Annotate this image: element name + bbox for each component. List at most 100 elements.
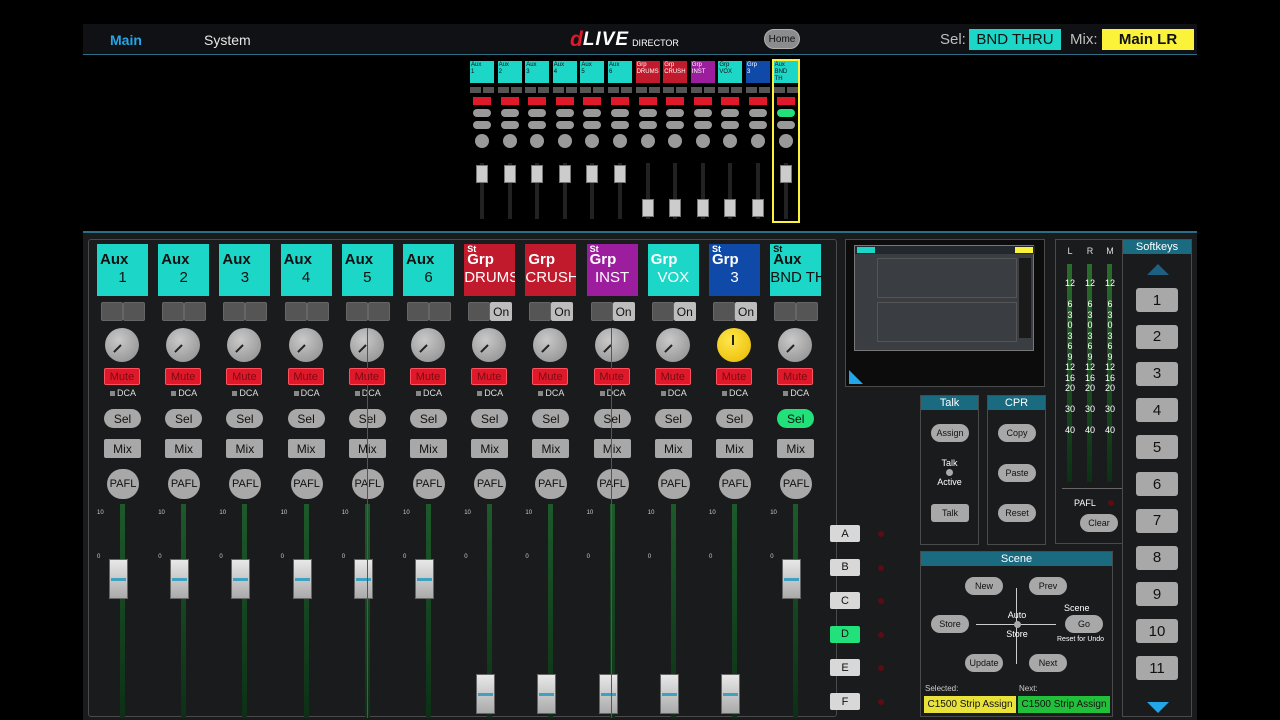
overview-strip[interactable]: Grp INST: [690, 61, 715, 221]
overview-strip[interactable]: Grp DRUMS: [635, 61, 660, 221]
strip-on-button[interactable]: On: [673, 302, 696, 321]
pafl-button[interactable]: PAFL: [474, 469, 507, 499]
softkey-11[interactable]: 11: [1136, 656, 1178, 680]
strip-on-button[interactable]: On: [612, 302, 635, 321]
strip-btn-2[interactable]: [367, 302, 390, 321]
softkeys-up-arrow-icon[interactable]: [1147, 264, 1169, 275]
overview-strip[interactable]: Grp CRUSH: [663, 61, 688, 221]
overview-strip[interactable]: Aux BND TH: [771, 59, 800, 223]
strip-rotary-knob[interactable]: [105, 328, 139, 362]
strip-header[interactable]: Grp VOX: [647, 244, 699, 296]
paste-button[interactable]: Paste: [998, 464, 1036, 482]
mix-button[interactable]: Mix: [654, 439, 692, 458]
mix-button[interactable]: Mix: [777, 439, 815, 458]
mix-button[interactable]: Mix: [532, 439, 570, 458]
sel-button[interactable]: Sel: [410, 409, 447, 428]
strip-header[interactable]: Aux 1: [97, 244, 148, 296]
reset-button[interactable]: Reset: [998, 504, 1036, 522]
strip-btn-2[interactable]: [796, 302, 819, 321]
overview-strip-header[interactable]: Grp INST: [690, 61, 715, 83]
next-scene-value[interactable]: C1500 Strip Assign: [1018, 696, 1110, 713]
softkeys-down-arrow-icon[interactable]: [1147, 702, 1169, 713]
overview-strip[interactable]: Aux 1: [470, 61, 494, 221]
auto-store-led[interactable]: [1013, 621, 1021, 628]
fader-cap[interactable]: [170, 559, 190, 599]
pafl-button[interactable]: PAFL: [535, 469, 568, 499]
strip-btn-1[interactable]: [407, 302, 429, 321]
strip-btn-1[interactable]: [223, 302, 246, 321]
strip-btn-1[interactable]: [774, 302, 797, 321]
strip-btn-1[interactable]: [284, 302, 307, 321]
pafl-button[interactable]: PAFL: [168, 469, 201, 499]
mix-button[interactable]: Mix: [104, 439, 141, 458]
softkey-2[interactable]: 2: [1136, 324, 1178, 349]
strip-rotary-knob[interactable]: [717, 328, 751, 362]
strip-rotary-knob[interactable]: [778, 328, 813, 362]
sel-button[interactable]: Sel: [226, 409, 264, 428]
sel-value-badge[interactable]: BND THRU: [969, 29, 1061, 50]
overview-strip-header[interactable]: Aux BND TH: [773, 61, 798, 83]
strip-btn-1[interactable]: [529, 302, 552, 321]
strip-rotary-knob[interactable]: [288, 328, 323, 362]
mute-button[interactable]: Mute: [532, 368, 569, 385]
strip-btn-1[interactable]: [162, 302, 185, 321]
mix-button[interactable]: Mix: [471, 439, 509, 458]
softkey-10[interactable]: 10: [1136, 619, 1178, 644]
overview-strip-header[interactable]: Grp CRUSH: [663, 61, 688, 83]
softkey-4[interactable]: 4: [1136, 398, 1178, 423]
scene-update-button[interactable]: Update: [965, 654, 1003, 672]
softkey-7[interactable]: 7: [1136, 508, 1178, 533]
bank-button-e[interactable]: E: [830, 659, 860, 677]
softkey-6[interactable]: 6: [1136, 472, 1178, 496]
strip-btn-1[interactable]: [468, 302, 491, 321]
fader-cap[interactable]: [598, 674, 618, 714]
strip-header[interactable]: Aux 4: [280, 244, 332, 296]
softkey-8[interactable]: 8: [1136, 545, 1178, 570]
sel-button[interactable]: Sel: [654, 409, 692, 428]
fader-cap[interactable]: [721, 674, 740, 714]
sel-button[interactable]: Sel: [716, 409, 753, 428]
pafl-button[interactable]: PAFL: [107, 469, 139, 499]
overview-strip[interactable]: Grp 3: [746, 61, 770, 221]
talk-button[interactable]: Talk: [931, 504, 969, 522]
fader-cap[interactable]: [415, 559, 434, 599]
talk-assign-button[interactable]: Assign: [931, 424, 969, 442]
strip-header[interactable]: Aux 2: [158, 244, 210, 296]
bank-button-f[interactable]: F: [830, 693, 860, 710]
bank-button-b[interactable]: B: [830, 558, 860, 576]
fader-cap[interactable]: [476, 674, 496, 714]
strip-rotary-knob[interactable]: [166, 328, 201, 362]
strip-btn-1[interactable]: [345, 302, 368, 321]
strip-btn-2[interactable]: [245, 302, 268, 321]
strip-btn-2[interactable]: [184, 302, 207, 321]
mix-button[interactable]: Mix: [410, 439, 447, 458]
nav-main-tab[interactable]: Main: [110, 32, 142, 48]
scene-store-button[interactable]: Store: [931, 615, 969, 633]
mute-button[interactable]: Mute: [716, 368, 752, 385]
strip-on-button[interactable]: On: [551, 302, 574, 321]
scene-prev-button[interactable]: Prev: [1029, 577, 1067, 595]
thumbnail-corner-icon[interactable]: [849, 370, 863, 384]
pafl-button[interactable]: PAFL: [780, 469, 813, 499]
strip-btn-2[interactable]: [306, 302, 329, 321]
overview-strip[interactable]: Aux 5: [580, 61, 605, 221]
sel-button[interactable]: Sel: [532, 409, 570, 428]
fader-cap[interactable]: [782, 559, 802, 599]
strip-overview[interactable]: Aux 1 Aux 2 Aux 3 Aux 4 Aux 5 Aux 6 Grp DRUMS Grp CRUSH…: [83, 55, 1197, 233]
pafl-button[interactable]: PAFL: [413, 469, 445, 499]
sel-button[interactable]: Sel: [287, 409, 325, 428]
softkey-1[interactable]: 1: [1136, 288, 1178, 312]
mute-button[interactable]: Mute: [104, 368, 140, 385]
strip-header[interactable]: Grp CRUSH: [525, 244, 577, 296]
fader-cap[interactable]: [109, 559, 128, 599]
strip-btn-1[interactable]: [590, 302, 613, 321]
overview-strip-header[interactable]: Aux 1: [470, 61, 494, 83]
overview-strip-header[interactable]: Grp VOX: [718, 61, 743, 83]
mix-button[interactable]: Mix: [287, 439, 325, 458]
pafl-button[interactable]: PAFL: [596, 469, 629, 499]
mix-button[interactable]: Mix: [593, 439, 631, 458]
home-button[interactable]: Home: [764, 29, 800, 49]
pafl-button[interactable]: PAFL: [290, 469, 323, 499]
strip-on-button[interactable]: On: [490, 302, 513, 321]
mute-button[interactable]: Mute: [287, 368, 324, 385]
